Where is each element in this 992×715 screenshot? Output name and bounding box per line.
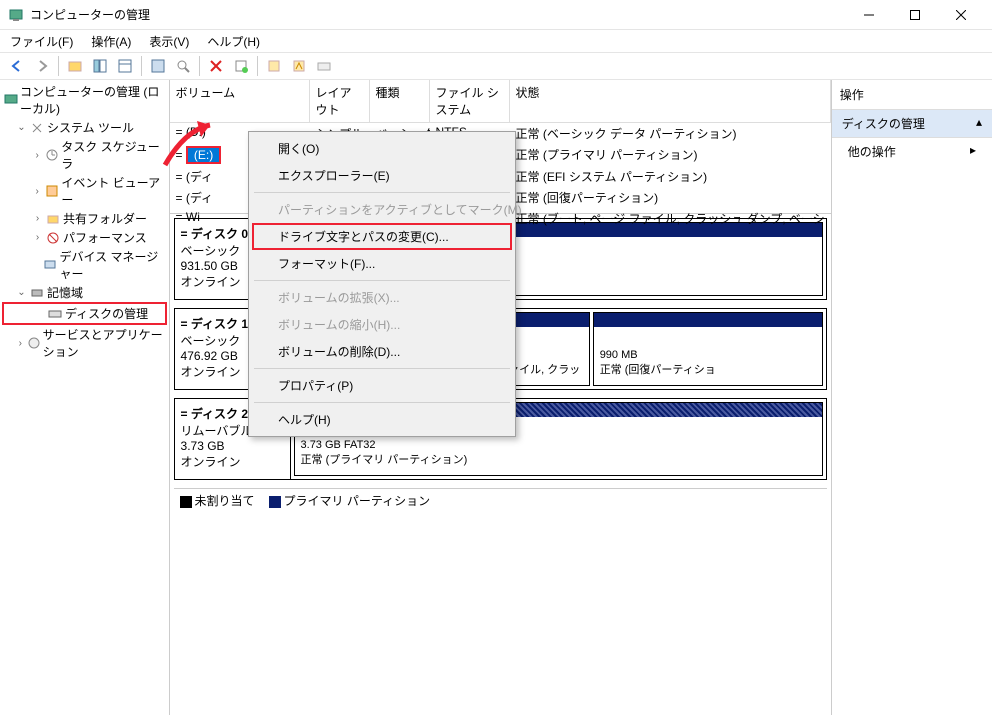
tb-icon[interactable] — [288, 55, 310, 77]
minimize-button[interactable] — [846, 0, 892, 30]
event-icon — [44, 183, 59, 199]
tree-item[interactable]: システム ツール — [47, 119, 134, 136]
col-type[interactable]: 種類 — [370, 80, 430, 122]
tree-item[interactable]: 記憶域 — [47, 284, 83, 301]
clock-icon — [44, 147, 59, 163]
tree-item[interactable]: デバイス マネージャー — [59, 248, 164, 282]
partition[interactable]: 990 MB正常 (回復パーティショ — [593, 312, 823, 386]
chevron-right-icon: ▸ — [970, 143, 976, 160]
expander-icon[interactable]: ⌄ — [16, 287, 27, 298]
menu-action[interactable]: 操作(A) — [87, 31, 135, 52]
legend: 未割り当て プライマリ パーティション — [174, 488, 827, 512]
tb-icon[interactable] — [263, 55, 285, 77]
legend-primary: プライマリ パーティション — [284, 494, 431, 508]
expander-icon[interactable]: › — [32, 213, 43, 224]
ctx-change-drive-letter[interactable]: ドライブ文字とパスの変更(C)... — [252, 223, 512, 250]
services-icon — [27, 335, 41, 351]
ctx-shrink: ボリュームの縮小(H)... — [252, 311, 512, 338]
tb-icon[interactable] — [89, 55, 111, 77]
expander-icon[interactable]: › — [16, 338, 25, 349]
tb-icon[interactable] — [114, 55, 136, 77]
tb-icon[interactable] — [230, 55, 252, 77]
title-bar: コンピューターの管理 — [0, 0, 992, 30]
device-icon — [43, 257, 57, 273]
tree-item[interactable]: パフォーマンス — [63, 229, 147, 246]
menu-view[interactable]: 表示(V) — [145, 31, 193, 52]
folder-icon — [45, 211, 61, 227]
ctx-format[interactable]: フォーマット(F)... — [252, 250, 512, 277]
ctx-explorer[interactable]: エクスプローラー(E) — [252, 162, 512, 189]
tree-item[interactable]: タスク スケジューラ — [61, 138, 164, 172]
ctx-extend: ボリュームの拡張(X)... — [252, 284, 512, 311]
tree-item[interactable]: イベント ビューアー — [61, 174, 164, 208]
nav-tree[interactable]: コンピューターの管理 (ローカル) ⌄システム ツール ›タスク スケジューラ … — [0, 80, 170, 715]
tb-icon[interactable] — [313, 55, 335, 77]
col-fs[interactable]: ファイル システム — [430, 80, 510, 122]
back-button[interactable] — [6, 55, 28, 77]
actions-pane: 操作 ディスクの管理▴ 他の操作▸ — [832, 80, 992, 715]
expander-icon[interactable]: › — [32, 232, 43, 243]
computer-icon — [4, 92, 18, 108]
volume-list-header: ボリューム レイアウト 種類 ファイル システム 状態 — [170, 80, 831, 123]
menu-bar: ファイル(F) 操作(A) 表示(V) ヘルプ(H) — [0, 30, 992, 52]
menu-file[interactable]: ファイル(F) — [6, 31, 77, 52]
expander-icon[interactable]: › — [32, 150, 42, 161]
actions-title: 操作 — [832, 80, 992, 110]
ctx-mark-active: パーティションをアクティブとしてマーク(M) — [252, 196, 512, 223]
perf-icon — [45, 230, 61, 246]
col-status[interactable]: 状態 — [510, 80, 831, 122]
maximize-button[interactable] — [892, 0, 938, 30]
storage-icon — [29, 285, 45, 301]
forward-button[interactable] — [31, 55, 53, 77]
tb-icon[interactable] — [172, 55, 194, 77]
tools-icon — [29, 120, 45, 136]
actions-other[interactable]: 他の操作▸ — [832, 138, 992, 165]
ctx-delete[interactable]: ボリュームの削除(D)... — [252, 338, 512, 365]
menu-help[interactable]: ヘルプ(H) — [203, 31, 264, 52]
toolbar — [0, 52, 992, 80]
expander-icon[interactable]: › — [32, 186, 42, 197]
expander-icon[interactable]: ⌄ — [16, 122, 27, 133]
collapse-icon[interactable]: ▴ — [976, 115, 982, 132]
ctx-help[interactable]: ヘルプ(H) — [252, 406, 512, 433]
app-icon — [8, 7, 24, 23]
tree-disk-mgmt[interactable]: ディスクの管理 — [65, 305, 148, 322]
close-button[interactable] — [938, 0, 984, 30]
window-title: コンピューターの管理 — [30, 6, 846, 23]
actions-current[interactable]: ディスクの管理▴ — [832, 110, 992, 138]
tree-item[interactable]: サービスとアプリケーション — [43, 326, 165, 360]
legend-unalloc: 未割り当て — [195, 494, 255, 508]
tb-icon[interactable] — [147, 55, 169, 77]
tree-item[interactable]: 共有フォルダー — [63, 210, 147, 227]
delete-icon[interactable] — [205, 55, 227, 77]
ctx-open[interactable]: 開く(O) — [252, 135, 512, 162]
ctx-properties[interactable]: プロパティ(P) — [252, 372, 512, 399]
context-menu[interactable]: 開く(O) エクスプローラー(E) パーティションをアクティブとしてマーク(M)… — [248, 131, 516, 437]
disk-icon — [47, 306, 63, 322]
tb-icon[interactable] — [64, 55, 86, 77]
col-layout[interactable]: レイアウト — [310, 80, 370, 122]
tree-root[interactable]: コンピューターの管理 (ローカル) — [20, 83, 165, 117]
